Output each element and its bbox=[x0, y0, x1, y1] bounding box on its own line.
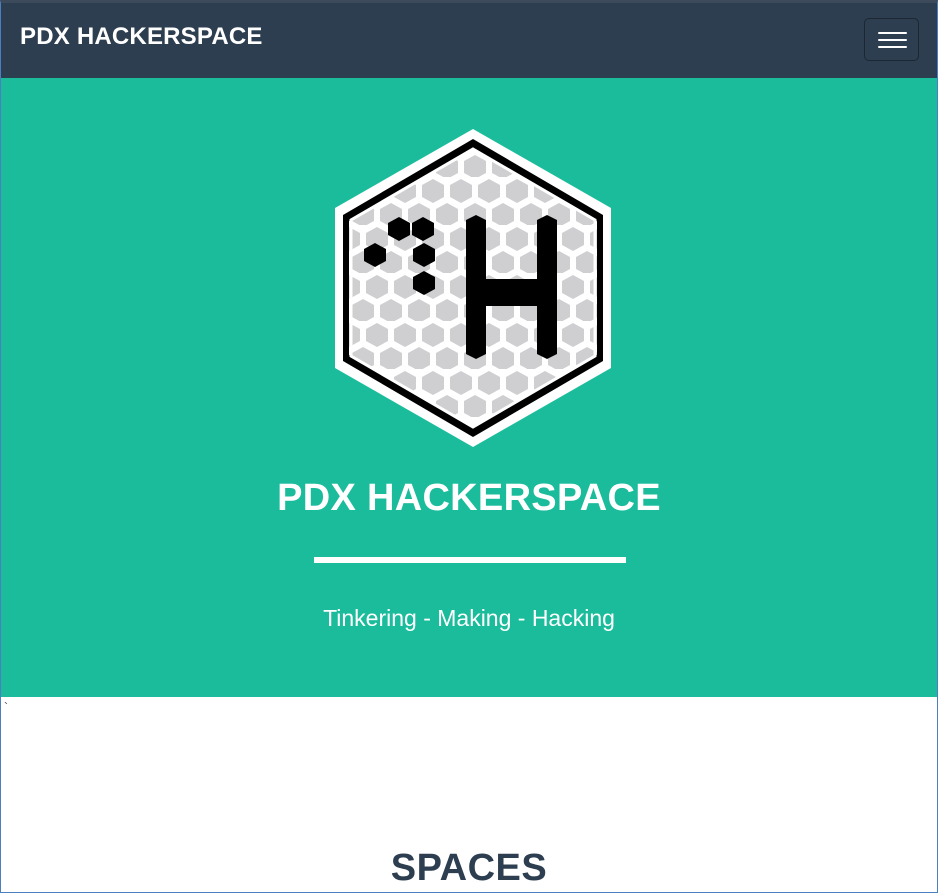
hamburger-bar bbox=[878, 32, 907, 34]
page-frame: PDX HACKERSPACE PDX HACKERSPACE Tinkerin… bbox=[0, 0, 938, 893]
brand-link[interactable]: PDX HACKERSPACE bbox=[20, 23, 263, 51]
hexagon-h-logo bbox=[335, 129, 611, 447]
hero-title: PDX HACKERSPACE bbox=[277, 477, 661, 519]
spaces-section-title: SPACES bbox=[390, 847, 548, 889]
hamburger-bar bbox=[878, 39, 907, 41]
stray-character: ` bbox=[4, 700, 8, 714]
hamburger-bar bbox=[878, 46, 907, 48]
hero-divider bbox=[314, 557, 626, 563]
navbar: PDX HACKERSPACE bbox=[1, 3, 937, 78]
hero-tagline: Tinkering - Making - Hacking bbox=[323, 605, 615, 631]
menu-toggle-button[interactable] bbox=[864, 18, 919, 61]
masthead: PDX HACKERSPACE Tinkering - Making - Hac… bbox=[1, 78, 937, 697]
